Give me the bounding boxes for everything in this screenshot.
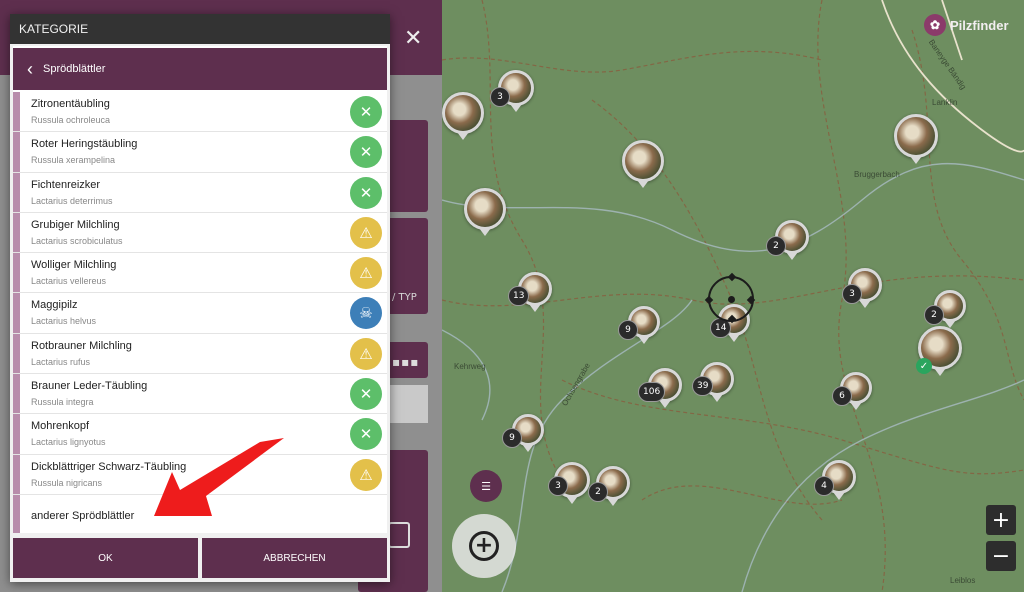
warning-icon: ⚠ bbox=[350, 337, 382, 370]
map[interactable]: ✿ Pilzfinder Lanklin Bruggerbach Kehrweg… bbox=[442, 0, 1024, 592]
chevron-left-icon[interactable]: ‹ bbox=[27, 60, 33, 78]
edible-icon: ✕ bbox=[350, 96, 382, 128]
species-name: Fichtenreizker bbox=[31, 178, 101, 191]
species-row[interactable]: Grubiger Milchling Lactarius scrobiculat… bbox=[13, 212, 387, 254]
mushroom-logo-icon: ✿ bbox=[924, 14, 946, 36]
cluster-count[interactable]: 106 bbox=[638, 382, 666, 402]
species-row[interactable]: Maggipilz Lactarius helvus ☠ bbox=[13, 293, 387, 334]
cluster-count[interactable]: 2 bbox=[924, 305, 944, 325]
cluster-count[interactable]: 2 bbox=[588, 482, 608, 502]
cluster-count[interactable]: 3 bbox=[842, 284, 862, 304]
edible-icon: ✕ bbox=[350, 378, 382, 411]
list-view-button[interactable]: ☰ bbox=[470, 470, 502, 502]
other-species-label: anderer Sprödblättler bbox=[31, 509, 135, 522]
species-name: Zitronentäubling bbox=[31, 98, 110, 110]
species-row[interactable]: Wolliger Milchling Lactarius vellereus ⚠ bbox=[13, 253, 387, 294]
brand-name: Pilzfinder bbox=[950, 17, 1009, 33]
species-latin: Lactarius rufus bbox=[31, 356, 91, 367]
cluster-count[interactable]: 2 bbox=[766, 236, 786, 256]
close-icon[interactable]: ✕ bbox=[404, 26, 422, 51]
map-pin[interactable] bbox=[442, 92, 484, 140]
cluster-count[interactable]: 6 bbox=[832, 386, 852, 406]
map-place-label: Lanklin bbox=[932, 98, 958, 107]
map-place-label: Leiblos bbox=[950, 576, 976, 585]
species-latin: Russula ochroleuca bbox=[31, 115, 111, 125]
cluster-count[interactable]: 9 bbox=[618, 320, 638, 340]
dialog-title: KATEGORIE bbox=[10, 14, 390, 44]
species-name: Roter Heringstäubling bbox=[31, 138, 138, 151]
map-pin[interactable] bbox=[464, 188, 506, 236]
species-latin: Lactarius vellereus bbox=[31, 276, 107, 287]
skull-icon: ☠ bbox=[350, 297, 382, 330]
background-typ-label: / TYP bbox=[392, 292, 417, 303]
warning-icon: ⚠ bbox=[350, 257, 382, 290]
cluster-count[interactable]: 3 bbox=[490, 87, 510, 107]
species-latin: Russula xerampelina bbox=[31, 155, 116, 166]
zoom-in-button[interactable]: + bbox=[986, 505, 1016, 535]
species-row[interactable]: Fichtenreizker Lactarius deterrimus ✕ bbox=[13, 172, 387, 213]
edible-icon: ✕ bbox=[350, 418, 382, 451]
species-latin: Lactarius deterrimus bbox=[31, 195, 113, 206]
species-latin: Lactarius lignyotus bbox=[31, 437, 106, 448]
species-name: Grubiger Milchling bbox=[31, 218, 120, 231]
image-icon bbox=[388, 522, 410, 548]
zoom-out-button[interactable]: − bbox=[986, 541, 1016, 571]
species-row[interactable]: Brauner Leder-Täubling Russula integra ✕ bbox=[13, 374, 387, 415]
location-crosshair-icon[interactable] bbox=[704, 272, 756, 324]
brand: ✿ Pilzfinder bbox=[924, 14, 1009, 36]
red-arrow-annotation bbox=[154, 438, 284, 516]
species-row[interactable]: Roter Heringstäubling Russula xerampelin… bbox=[13, 132, 387, 173]
category-back-header[interactable]: ‹ Sprödblättler bbox=[13, 48, 387, 90]
species-row[interactable]: Zitronentäubling Russula ochroleuca ✕ bbox=[13, 92, 387, 133]
map-pin[interactable] bbox=[622, 140, 664, 188]
species-latin: Russula nigricans bbox=[31, 477, 103, 488]
ok-button[interactable]: OK bbox=[13, 538, 198, 578]
check-icon: ✓ bbox=[916, 358, 932, 374]
category-name: Sprödblättler bbox=[43, 63, 106, 75]
warning-icon: ⚠ bbox=[350, 216, 382, 249]
species-latin: Lactarius scrobiculatus bbox=[31, 235, 123, 246]
species-latin: Lactarius helvus bbox=[31, 316, 97, 327]
list-icon: ☰ bbox=[481, 479, 491, 493]
species-name: Brauner Leder-Täubling bbox=[31, 380, 148, 393]
cluster-count[interactable]: 4 bbox=[814, 476, 834, 496]
add-finding-button[interactable]: + bbox=[452, 514, 516, 578]
species-name: Rotbrauner Milchling bbox=[31, 339, 132, 352]
map-place-label: Bruggerbach bbox=[854, 170, 900, 179]
map-place-label: Kehrweg bbox=[454, 362, 486, 371]
species-name: Maggipilz bbox=[31, 299, 78, 312]
species-name: Wolliger Milchling bbox=[31, 259, 117, 272]
edible-icon: ✕ bbox=[350, 136, 382, 169]
more-dots-icon: ▪▪▪ bbox=[392, 355, 420, 369]
cluster-count[interactable]: 9 bbox=[502, 428, 522, 448]
add-location-icon: + bbox=[469, 531, 499, 561]
species-row[interactable]: Rotbrauner Milchling Lactarius rufus ⚠ bbox=[13, 333, 387, 375]
species-latin: Russula integra bbox=[31, 397, 94, 408]
warning-icon: ⚠ bbox=[350, 458, 382, 491]
cancel-button[interactable]: ABBRECHEN bbox=[202, 538, 387, 578]
map-pin[interactable] bbox=[894, 114, 938, 164]
species-name: Mohrenkopf bbox=[31, 420, 90, 433]
edible-icon: ✕ bbox=[350, 176, 382, 209]
cluster-count[interactable]: 3 bbox=[548, 476, 568, 496]
